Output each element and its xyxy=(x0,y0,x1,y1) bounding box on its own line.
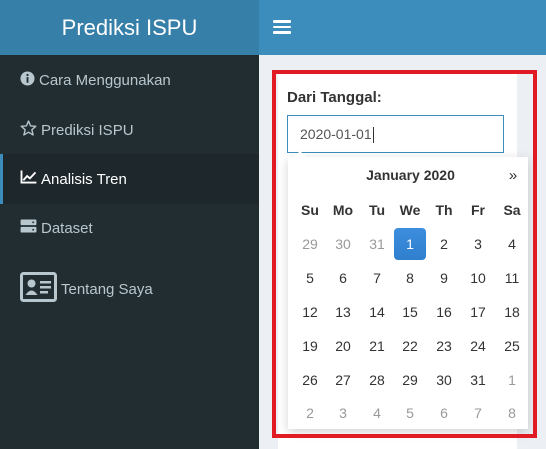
sidebar-item-prediksi-ispu[interactable]: Prediksi ISPU xyxy=(0,105,259,155)
line-chart-icon xyxy=(20,170,37,188)
info-circle-icon xyxy=(20,70,35,90)
datepicker-day[interactable]: 10 xyxy=(462,262,494,294)
weekday-header: Su xyxy=(301,202,319,218)
top-navbar xyxy=(259,0,546,55)
datepicker-day[interactable]: 7 xyxy=(361,262,393,294)
datepicker-day[interactable]: 5 xyxy=(394,397,426,429)
star-outline-icon xyxy=(20,120,37,140)
datepicker-day[interactable]: 31 xyxy=(462,364,494,396)
datepicker-day[interactable]: 19 xyxy=(294,330,326,362)
brand-title: Prediksi ISPU xyxy=(61,14,198,40)
datepicker-day[interactable]: 29 xyxy=(294,228,326,260)
datepicker-day[interactable]: 25 xyxy=(496,330,528,362)
datepicker-day[interactable]: 30 xyxy=(327,228,359,260)
sidebar-item-label: Cara Menggunakan xyxy=(39,71,171,89)
weekday-header: Th xyxy=(435,202,453,218)
datepicker-day[interactable]: 16 xyxy=(428,296,460,328)
sidebar-item-tentang-saya[interactable]: Tentang Saya xyxy=(0,263,259,315)
datepicker-day[interactable]: 23 xyxy=(428,330,460,362)
datepicker-day[interactable]: 5 xyxy=(294,262,326,294)
weekday-header: Tu xyxy=(368,202,386,218)
datepicker-day[interactable]: 8 xyxy=(496,397,528,429)
sidebar-item-dataset[interactable]: Dataset xyxy=(0,203,259,253)
app-logo[interactable]: Prediksi ISPU xyxy=(0,0,259,55)
datepicker-day[interactable]: 30 xyxy=(428,364,460,396)
sidebar-item-label: Prediksi ISPU xyxy=(41,121,134,139)
datepicker-day[interactable]: 7 xyxy=(462,397,494,429)
datepicker-day[interactable]: 22 xyxy=(394,330,426,362)
datepicker-day[interactable]: 4 xyxy=(361,397,393,429)
datepicker-day[interactable]: 9 xyxy=(428,262,460,294)
datepicker-day[interactable]: 17 xyxy=(462,296,494,328)
sidebar: Cara Menggunakan Prediksi ISPU Analisis … xyxy=(0,55,259,449)
date-from-label: Dari Tanggal: xyxy=(287,89,382,106)
datepicker-day[interactable]: 28 xyxy=(361,364,393,396)
datepicker-day[interactable]: 24 xyxy=(462,330,494,362)
sidebar-item-label: Tentang Saya xyxy=(61,280,153,298)
server-icon xyxy=(20,219,37,237)
datepicker-day[interactable]: 3 xyxy=(462,228,494,260)
datepicker-day[interactable]: 20 xyxy=(327,330,359,362)
sidebar-item-analisis-tren[interactable]: Analisis Tren xyxy=(0,154,259,204)
sidebar-toggle-icon[interactable] xyxy=(273,15,291,39)
datepicker-day[interactable]: 21 xyxy=(361,330,393,362)
datepicker-day[interactable]: 12 xyxy=(294,296,326,328)
id-card-icon xyxy=(20,272,57,306)
datepicker-day[interactable]: 14 xyxy=(361,296,393,328)
datepicker-day[interactable]: 1 xyxy=(496,364,528,396)
date-from-input[interactable]: 2020-01-01 xyxy=(287,115,504,153)
datepicker-day[interactable]: 18 xyxy=(496,296,528,328)
datepicker-day[interactable]: 26 xyxy=(294,364,326,396)
datepicker-day[interactable]: 6 xyxy=(327,262,359,294)
datepicker-caret xyxy=(293,151,307,158)
datepicker-day[interactable]: 29 xyxy=(394,364,426,396)
weekday-header: Fr xyxy=(471,202,485,218)
datepicker-day[interactable]: 2 xyxy=(294,397,326,429)
datepicker-next-button[interactable]: » xyxy=(505,167,521,184)
weekday-header: Mo xyxy=(332,202,354,218)
text-cursor xyxy=(372,127,374,144)
datepicker-day[interactable]: 13 xyxy=(327,296,359,328)
sidebar-item-cara-menggunakan[interactable]: Cara Menggunakan xyxy=(0,55,259,105)
datepicker-day[interactable]: 3 xyxy=(327,397,359,429)
datepicker-day[interactable]: 2 xyxy=(428,228,460,260)
weekday-header: Sa xyxy=(503,202,521,218)
datepicker-day[interactable]: 31 xyxy=(361,228,393,260)
datepicker-month-title[interactable]: January 2020 xyxy=(288,167,533,183)
weekday-header: We xyxy=(399,202,421,218)
datepicker-day[interactable]: 27 xyxy=(327,364,359,396)
datepicker-day[interactable]: 4 xyxy=(496,228,528,260)
date-from-value: 2020-01-01 xyxy=(300,126,372,142)
datepicker-day[interactable]: 6 xyxy=(428,397,460,429)
sidebar-item-label: Analisis Tren xyxy=(41,170,127,188)
datepicker-day[interactable]: 8 xyxy=(394,262,426,294)
datepicker-day[interactable]: 11 xyxy=(496,262,528,294)
sidebar-item-label: Dataset xyxy=(41,219,93,237)
datepicker-day[interactable]: 1 xyxy=(394,228,426,260)
datepicker-day[interactable]: 15 xyxy=(394,296,426,328)
